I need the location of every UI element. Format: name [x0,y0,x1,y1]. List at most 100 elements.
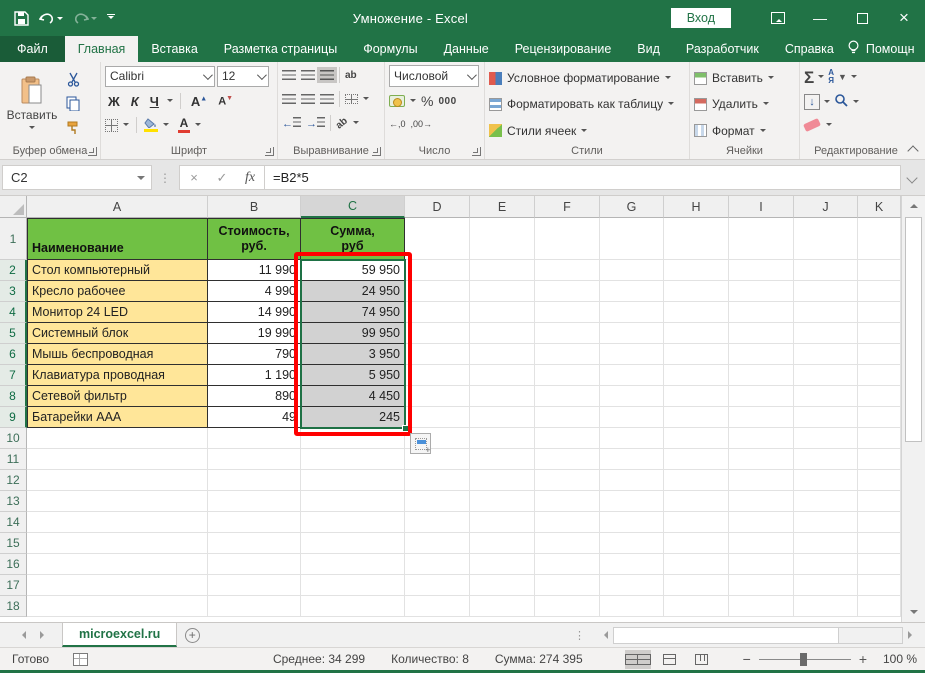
tab-разметка-страницы[interactable]: Разметка страницы [211,36,350,62]
cell-F16[interactable] [535,554,600,575]
cell-F18[interactable] [535,596,600,617]
cell-E6[interactable] [470,344,535,365]
cell-C18[interactable] [301,596,405,617]
increase-decimal-icon[interactable]: ←,0 [389,119,406,129]
cell-J12[interactable] [794,470,858,491]
cut-icon[interactable] [63,69,83,89]
cell-B3[interactable]: 4 990 [208,281,301,302]
scroll-right-icon[interactable] [903,627,921,644]
cell-J3[interactable] [794,281,858,302]
cell-D7[interactable] [405,365,470,386]
cell-H14[interactable] [664,512,729,533]
cell-A9[interactable]: Батарейки AAA [27,407,208,428]
cell-K18[interactable] [858,596,901,617]
row-header-11[interactable]: 11 [0,449,27,470]
sort-filter-icon[interactable]: АЯ [828,69,834,85]
cell-C17[interactable] [301,575,405,596]
cell-H3[interactable] [664,281,729,302]
next-sheet-icon[interactable] [40,631,48,639]
tab-file[interactable]: Файл [0,36,65,62]
row-header-18[interactable]: 18 [0,596,27,617]
cell-E18[interactable] [470,596,535,617]
cell-D6[interactable] [405,344,470,365]
cell-D5[interactable] [405,323,470,344]
cell-I9[interactable] [729,407,794,428]
horizontal-scrollbar[interactable] [595,623,925,647]
cell-F11[interactable] [535,449,600,470]
clipboard-dialog-launcher[interactable] [88,147,97,156]
cell-E3[interactable] [470,281,535,302]
cell-A13[interactable] [27,491,208,512]
fill-color-button[interactable] [144,118,158,132]
cell-A16[interactable] [27,554,208,575]
align-right-icon[interactable] [320,94,334,104]
bold-button[interactable]: Ж [105,94,123,109]
zoom-out-button[interactable]: − [743,651,751,667]
increase-font-button[interactable]: A▲ [188,94,210,109]
cell-D8[interactable] [405,386,470,407]
cell-H11[interactable] [664,449,729,470]
cell-A1[interactable]: Наименование [27,218,208,260]
column-header-G[interactable]: G [600,196,664,218]
zoom-slider-thumb[interactable] [800,653,807,666]
minimize-button[interactable]: — [799,0,841,36]
currency-format-icon[interactable] [389,95,405,107]
row-header-1[interactable]: 1 [0,218,27,260]
cell-F5[interactable] [535,323,600,344]
cell-A18[interactable] [27,596,208,617]
row-header-9[interactable]: 9 [0,407,27,428]
cell-H7[interactable] [664,365,729,386]
cell-B4[interactable]: 14 990 [208,302,301,323]
merge-dropdown-icon[interactable] [363,97,369,103]
cell-I3[interactable] [729,281,794,302]
percent-format-icon[interactable]: % [421,93,433,109]
cell-B15[interactable] [208,533,301,554]
number-dialog-launcher[interactable] [472,147,481,156]
cell-A15[interactable] [27,533,208,554]
align-middle-icon[interactable] [301,70,315,80]
cell-J5[interactable] [794,323,858,344]
cell-F17[interactable] [535,575,600,596]
cell-G9[interactable] [600,407,664,428]
tab-рецензирование[interactable]: Рецензирование [502,36,625,62]
cell-I4[interactable] [729,302,794,323]
format-painter-icon[interactable] [63,117,83,137]
add-sheet-button[interactable]: + [177,623,207,647]
cell-F10[interactable] [535,428,600,449]
cell-I2[interactable] [729,260,794,281]
scroll-down-icon[interactable] [902,602,925,622]
cell-A8[interactable]: Сетевой фильтр [27,386,208,407]
column-header-B[interactable]: B [208,196,301,218]
cell-A11[interactable] [27,449,208,470]
autosum-dropdown-icon[interactable] [818,75,824,81]
cell-E5[interactable] [470,323,535,344]
cell-G4[interactable] [600,302,664,323]
row-header-6[interactable]: 6 [0,344,27,365]
orientation-icon[interactable]: ab [334,115,350,131]
cell-E17[interactable] [470,575,535,596]
cell-E8[interactable] [470,386,535,407]
cell-G1[interactable] [600,218,664,260]
decrease-font-button[interactable]: A▼ [215,95,236,108]
row-header-13[interactable]: 13 [0,491,27,512]
expand-formula-bar-icon[interactable] [901,174,923,182]
cell-C16[interactable] [301,554,405,575]
cell-B7[interactable]: 1 190 [208,365,301,386]
cell-H6[interactable] [664,344,729,365]
cell-H2[interactable] [664,260,729,281]
autosum-icon[interactable]: Σ [804,69,814,86]
select-all-corner[interactable] [0,196,27,218]
cell-J15[interactable] [794,533,858,554]
cell-I1[interactable] [729,218,794,260]
cell-F1[interactable] [535,218,600,260]
fill-dropdown-icon[interactable] [824,100,830,106]
cell-A5[interactable]: Системный блок [27,323,208,344]
column-header-J[interactable]: J [794,196,858,218]
cell-G12[interactable] [600,470,664,491]
borders-dropdown-icon[interactable] [123,123,129,129]
cell-H12[interactable] [664,470,729,491]
cell-H16[interactable] [664,554,729,575]
login-button[interactable]: Вход [671,8,731,28]
cell-D17[interactable] [405,575,470,596]
cell-F9[interactable] [535,407,600,428]
